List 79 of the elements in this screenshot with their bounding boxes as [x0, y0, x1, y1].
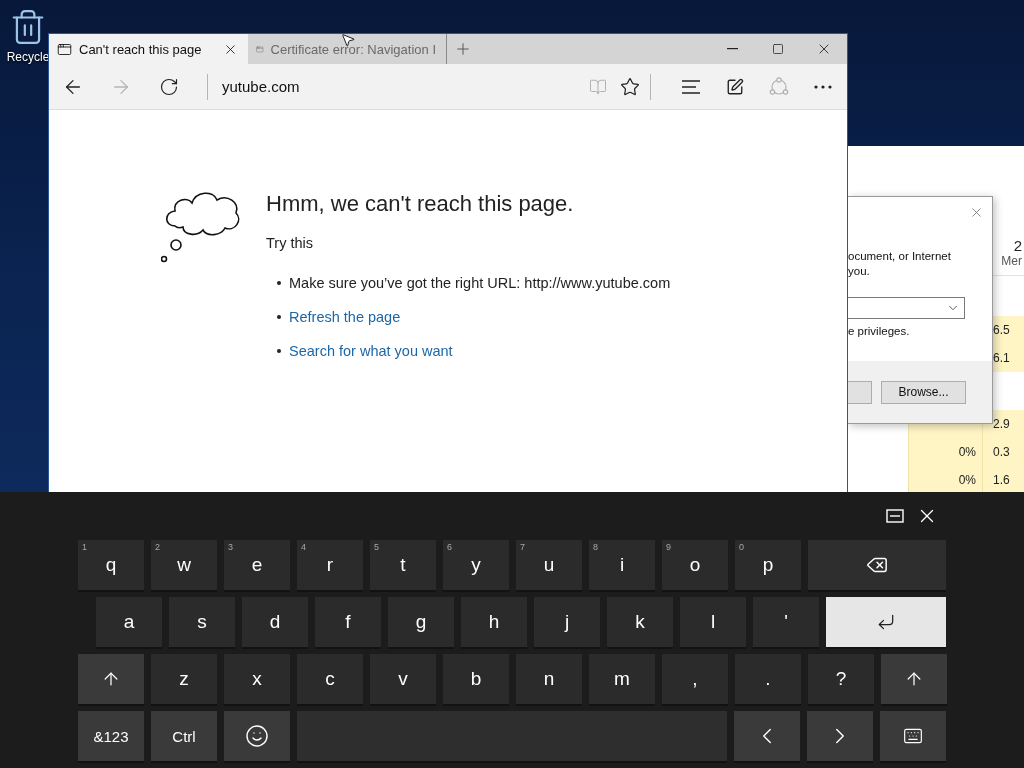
enter-icon: [876, 612, 896, 632]
suggestion-text: Make sure you’ve got the right URL: http://www.yutube.com: [289, 274, 671, 293]
key[interactable]: h: [461, 597, 527, 647]
key[interactable]: f: [315, 597, 381, 647]
key[interactable]: v: [370, 654, 436, 704]
key[interactable]: 3 e: [224, 540, 290, 590]
key[interactable]: 7 u: [516, 540, 582, 590]
key[interactable]: 1 q: [78, 540, 144, 590]
dialog-note: e privileges.: [848, 325, 911, 337]
suggestion-link[interactable]: Refresh the page: [289, 307, 401, 327]
table-cell: 0.3: [982, 438, 1024, 466]
bullet-icon: [277, 349, 281, 353]
key-hint: 9: [666, 542, 671, 552]
dock-button[interactable]: [886, 509, 904, 523]
dock-icon: [886, 509, 904, 523]
key[interactable]: a: [96, 597, 162, 647]
key-hint: 7: [520, 542, 525, 552]
table-cell: 1.6: [982, 466, 1024, 492]
column-header-label: Mer: [1001, 254, 1022, 268]
keyboard-icon: [903, 726, 923, 746]
tab-title: Certificate error: Navigation I: [270, 41, 436, 57]
tab-title: Can't reach this page: [79, 41, 203, 57]
page-icon: [57, 41, 72, 57]
bullet-icon: [277, 315, 281, 319]
dialog-text: you.: [848, 264, 871, 279]
table-cell: 0%: [908, 438, 982, 466]
key[interactable]: 0 p: [735, 540, 801, 590]
suggestion-link[interactable]: Search for what you want: [289, 341, 453, 361]
key-hint: 8: [593, 542, 598, 552]
key[interactable]: ?: [808, 654, 874, 704]
bullet-icon: [277, 281, 281, 285]
try-this-label: Try this: [266, 234, 314, 253]
key[interactable]: b: [443, 654, 509, 704]
maximize-icon: [772, 43, 784, 55]
key[interactable]: 6 y: [443, 540, 509, 590]
key[interactable]: 2 w: [151, 540, 217, 590]
key[interactable]: g: [388, 597, 454, 647]
key[interactable]: 4 r: [297, 540, 363, 590]
key[interactable]: l: [680, 597, 746, 647]
key[interactable]: c: [297, 654, 363, 704]
error-heading: Hmm, we can't reach this page.: [266, 190, 575, 218]
dialog-button[interactable]: [848, 380, 872, 404]
key[interactable]: n: [516, 654, 582, 704]
key-hint: 4: [301, 542, 306, 552]
key[interactable]: k: [607, 597, 673, 647]
key[interactable]: ,: [662, 654, 728, 704]
key[interactable]: 9 o: [662, 540, 728, 590]
key[interactable]: z: [151, 654, 217, 704]
desktop-icon-label: Recycle: [6, 50, 50, 64]
keyboard-layout-key[interactable]: [880, 711, 946, 761]
dialog-text: ocument, or Internet: [848, 249, 952, 264]
backspace-key[interactable]: [808, 540, 946, 590]
key[interactable]: 8 i: [589, 540, 655, 590]
key[interactable]: Ctrl: [151, 711, 217, 761]
key[interactable]: d: [242, 597, 308, 647]
emoji-key[interactable]: [224, 711, 290, 761]
key[interactable]: m: [589, 654, 655, 704]
key[interactable]: 5 t: [370, 540, 436, 590]
key[interactable]: .: [735, 654, 801, 704]
browser-tab[interactable]: Can't reach this page: [49, 34, 248, 64]
key-hint: 5: [374, 542, 379, 552]
minimize-icon: [726, 48, 738, 50]
address-field[interactable]: yutube.com: [222, 78, 582, 95]
combo-box[interactable]: [848, 297, 965, 319]
browse-button[interactable]: Browse...: [881, 380, 966, 404]
key-hint: 0: [739, 542, 744, 552]
key[interactable]: x: [224, 654, 290, 704]
key-hint: 3: [228, 542, 233, 552]
key[interactable]: ': [753, 597, 819, 647]
column-header-number: 2: [1013, 237, 1022, 254]
key-hint: 2: [155, 542, 160, 552]
key[interactable]: s: [169, 597, 235, 647]
key-hint: 1: [82, 542, 87, 552]
key[interactable]: j: [534, 597, 600, 647]
smiley-icon: [245, 724, 269, 748]
key-hint: 6: [447, 542, 452, 552]
plus-icon: [454, 40, 472, 58]
table-cell: 0%: [908, 466, 982, 492]
key[interactable]: &123: [78, 711, 144, 761]
